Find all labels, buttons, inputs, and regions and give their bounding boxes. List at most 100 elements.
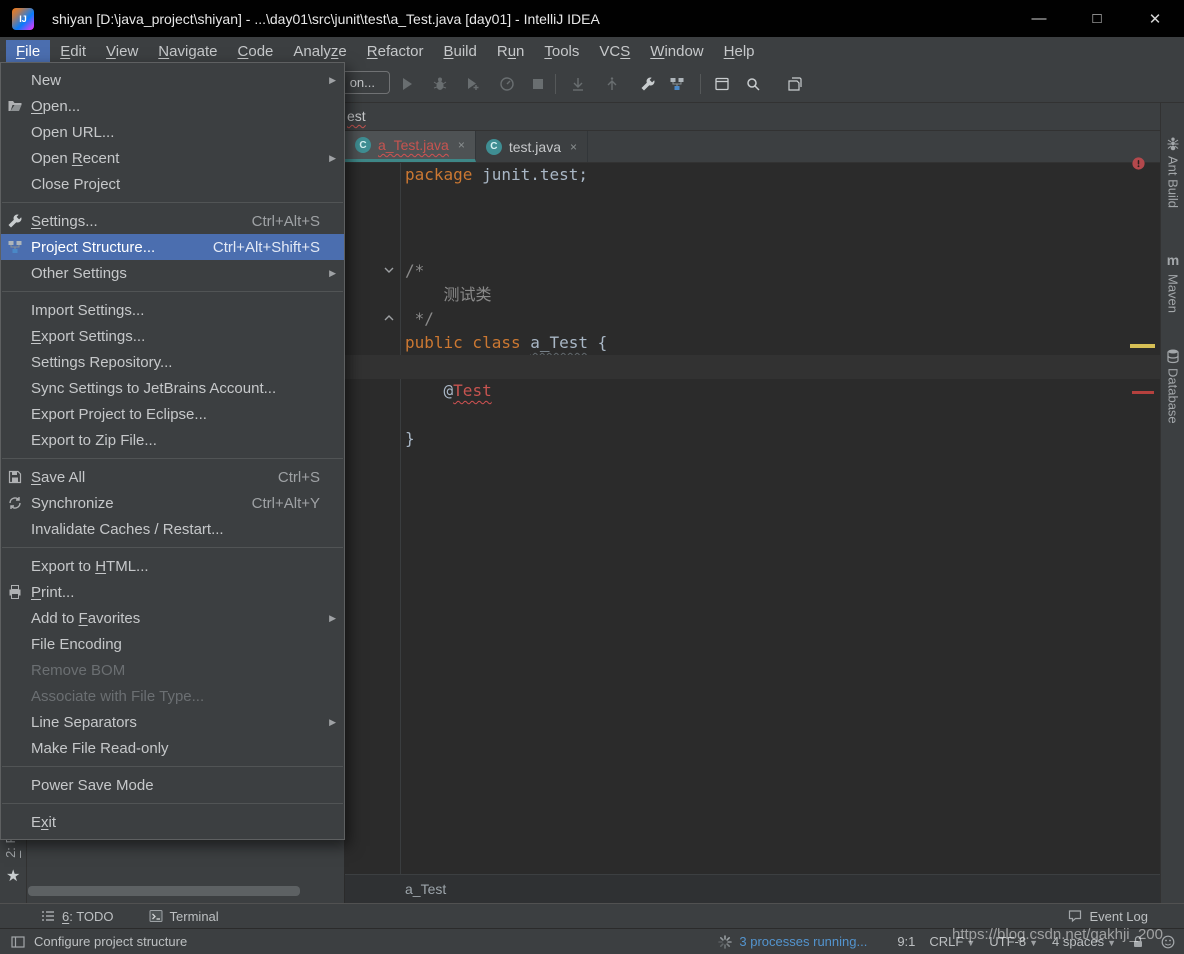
close-button[interactable]: ✕ (1126, 0, 1184, 37)
blank-icon (7, 740, 31, 756)
menu-item-label: Export Settings... (31, 328, 145, 345)
menubar-item-help[interactable]: Help (714, 40, 765, 63)
breadcrumb-item[interactable]: a_Test (405, 881, 446, 897)
blank-icon (7, 176, 31, 192)
event-log-button[interactable]: Event Log (1067, 908, 1148, 924)
menu-bar: FileEditViewNavigateCodeAnalyzeRefactorB… (0, 37, 1184, 65)
editor-breadcrumbs[interactable]: a_Test (345, 874, 1160, 903)
menu-item-open-url[interactable]: Open URL... (1, 119, 344, 145)
blank-icon (7, 124, 31, 140)
editor-tab-a-Test-java[interactable]: Ca_Test.java× (345, 131, 476, 162)
menu-item-file-encoding[interactable]: File Encoding (1, 631, 344, 657)
debug-icon (428, 72, 452, 96)
menu-item-synchronize[interactable]: SynchronizeCtrl+Alt+Y (1, 490, 344, 516)
menu-item-label: Export to HTML... (31, 558, 149, 575)
error-stripe-mark[interactable] (1132, 391, 1154, 394)
menubar-item-code[interactable]: Code (228, 40, 284, 63)
submenu-arrow-icon: ▶ (324, 717, 336, 728)
menu-item-label: Other Settings (31, 265, 127, 282)
code-line-12[interactable]: } (345, 427, 1160, 451)
menu-item-label: Line Separators (31, 714, 137, 731)
code-line-1[interactable]: package junit.test; (345, 163, 1160, 187)
todo-tool-button[interactable]: 6: TODO (40, 908, 114, 924)
menubar-item-view[interactable]: View (96, 40, 148, 63)
menubar-item-window[interactable]: Window (640, 40, 713, 63)
blank-icon (7, 150, 31, 166)
menubar-item-navigate[interactable]: Navigate (148, 40, 227, 63)
menubar-item-vcs[interactable]: VCS (589, 40, 640, 63)
menu-item-power-save-mode[interactable]: Power Save Mode (1, 772, 344, 798)
tool-stripe-database[interactable]: Database (1161, 348, 1184, 424)
menu-item-exit[interactable]: Exit (1, 809, 344, 835)
menu-separator (2, 547, 343, 548)
save-all-icon[interactable] (783, 72, 807, 96)
menubar-item-tools[interactable]: Tools (534, 40, 589, 63)
save-icon (7, 469, 31, 485)
menubar-item-file[interactable]: File (6, 40, 50, 63)
menubar-item-analyze[interactable]: Analyze (283, 40, 356, 63)
search-everywhere-icon[interactable] (741, 72, 765, 96)
menubar-item-run[interactable]: Run (487, 40, 535, 63)
project-horizontal-scrollbar[interactable] (28, 886, 300, 896)
nav-breadcrumb[interactable]: est (347, 108, 366, 124)
menu-item-settings-repository[interactable]: Settings Repository... (1, 349, 344, 375)
update-application-icon (600, 72, 624, 96)
tab-close-icon[interactable]: × (458, 138, 465, 152)
menu-item-close-project[interactable]: Close Project (1, 171, 344, 197)
menu-item-make-file-read-only[interactable]: Make File Read-only (1, 735, 344, 761)
code-editor[interactable]: package junit.test; /* 测试类 */public class… (345, 163, 1160, 874)
menu-item-other-settings[interactable]: Other Settings▶ (1, 260, 344, 286)
code-line-7[interactable]: */ (345, 307, 1160, 331)
code-line-2[interactable] (345, 187, 1160, 211)
maximize-button[interactable]: □ (1068, 0, 1126, 37)
menu-item-export-to-html[interactable]: Export to HTML... (1, 553, 344, 579)
tool-stripe-maven[interactable]: mMaven (1161, 252, 1184, 313)
menu-item-export-settings[interactable]: Export Settings... (1, 323, 344, 349)
project-structure-icon[interactable] (665, 72, 689, 96)
blank-icon (7, 302, 31, 318)
menu-item-add-to-favorites[interactable]: Add to Favorites▶ (1, 605, 344, 631)
code-line-6[interactable]: 测试类 (345, 283, 1160, 307)
menu-item-import-settings[interactable]: Import Settings... (1, 297, 344, 323)
code-line-9[interactable] (345, 355, 1160, 379)
tool-stripe-ant-build[interactable]: Ant Build (1161, 136, 1184, 208)
menu-item-line-separators[interactable]: Line Separators ▶ (1, 709, 344, 735)
fold-expand-icon[interactable] (383, 264, 397, 278)
settings-wrench-icon[interactable] (636, 72, 660, 96)
menubar-item-refactor[interactable]: Refactor (357, 40, 434, 63)
code-line-10[interactable]: @Test (345, 379, 1160, 403)
menu-item-settings[interactable]: Settings...Ctrl+Alt+S (1, 208, 344, 234)
code-line-8[interactable]: public class a_Test { (345, 331, 1160, 355)
code-line-3[interactable] (345, 211, 1160, 235)
blank-icon (7, 432, 31, 448)
menubar-item-edit[interactable]: Edit (50, 40, 96, 63)
menu-item-open-recent[interactable]: Open Recent▶ (1, 145, 344, 171)
minimize-button[interactable]: — (1010, 0, 1068, 37)
code-line-4[interactable] (345, 235, 1160, 259)
menu-item-export-project-to-eclipse[interactable]: Export Project to Eclipse... (1, 401, 344, 427)
menu-item-export-to-zip-file[interactable]: Export to Zip File... (1, 427, 344, 453)
background-processes-link[interactable]: 3 processes running... (717, 934, 867, 950)
menu-item-new[interactable]: New▶ (1, 67, 344, 93)
caret-position-widget[interactable]: 9:1 (897, 934, 915, 949)
code-line-5[interactable]: /* (345, 259, 1160, 283)
menu-item-sync-settings-to-jetbrains-account[interactable]: Sync Settings to JetBrains Account... (1, 375, 344, 401)
terminal-tool-button[interactable]: Terminal (148, 908, 219, 924)
menubar-item-build[interactable]: Build (433, 40, 486, 63)
menu-item-print[interactable]: Print... (1, 579, 344, 605)
editor-tab-test-java[interactable]: Ctest.java× (476, 131, 588, 162)
tool-window-icon[interactable] (710, 72, 734, 96)
tab-close-icon[interactable]: × (570, 140, 577, 154)
menu-item-save-all[interactable]: Save AllCtrl+S (1, 464, 344, 490)
code-line-11[interactable] (345, 403, 1160, 427)
fold-collapse-icon[interactable] (383, 312, 397, 326)
menu-item-invalidate-caches-restart[interactable]: Invalidate Caches / Restart... (1, 516, 344, 542)
menu-separator (2, 803, 343, 804)
inspection-error-badge-icon[interactable] (1131, 156, 1146, 171)
warning-stripe-mark[interactable] (1130, 344, 1155, 348)
tab-filename: a_Test.java (378, 137, 449, 153)
code-token: @ (405, 381, 453, 400)
printer-icon (7, 584, 31, 600)
menu-item-open[interactable]: Open... (1, 93, 344, 119)
menu-item-project-structure[interactable]: Project Structure...Ctrl+Alt+Shift+S (1, 234, 344, 260)
